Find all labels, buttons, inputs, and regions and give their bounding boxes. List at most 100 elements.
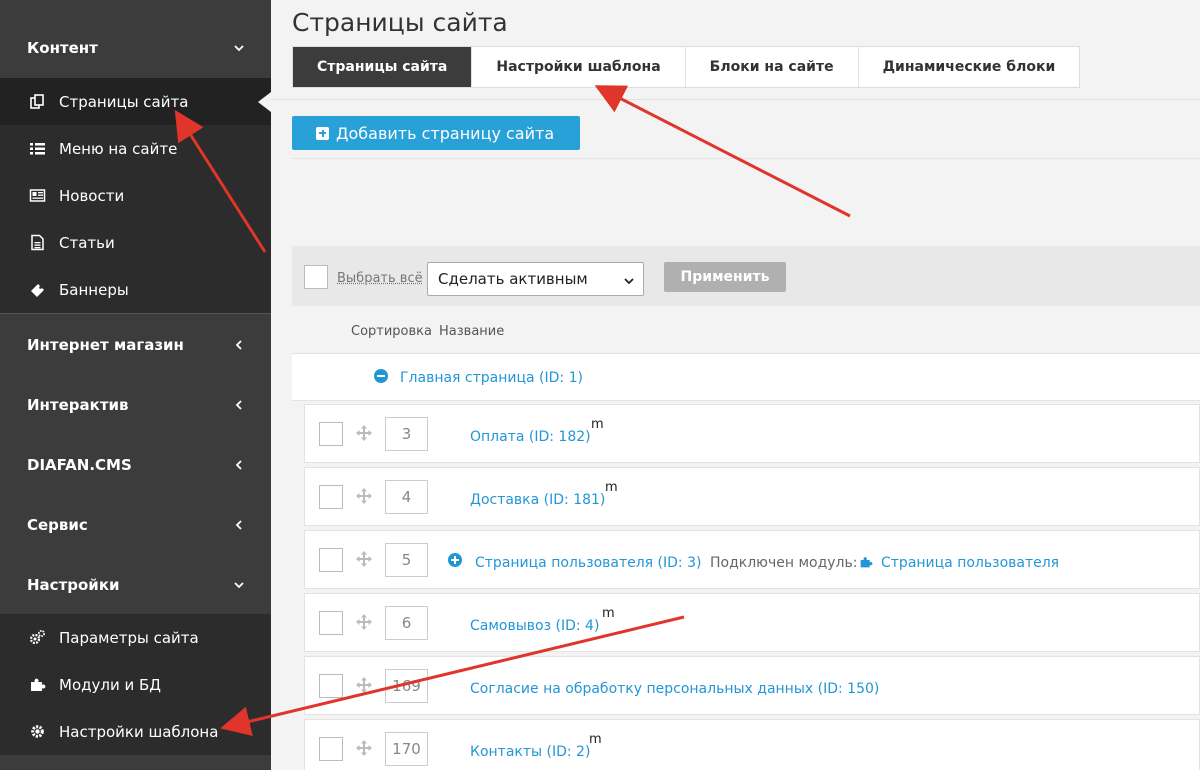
sidebar-section-label: Настройки bbox=[27, 576, 120, 594]
sidebar-item-modules-db[interactable]: Модули и БД bbox=[0, 661, 271, 708]
sidebar: Контент Страницы сайта Меню на сайте Нов… bbox=[0, 0, 271, 770]
sidebar-section-content[interactable]: Контент bbox=[0, 18, 271, 78]
ticket-icon bbox=[27, 280, 47, 300]
sort-input[interactable]: 170 bbox=[385, 732, 428, 766]
active-item-pointer bbox=[258, 92, 271, 112]
sidebar-item-banners[interactable]: Баннеры bbox=[0, 266, 271, 313]
page-link[interactable]: Страница пользователя (ID: 3) bbox=[475, 555, 701, 571]
sidebar-section-settings[interactable]: Настройки bbox=[0, 555, 271, 615]
sidebar-section-label: Интернет магазин bbox=[27, 336, 184, 354]
chevron-left-icon bbox=[233, 339, 245, 351]
page-link[interactable]: Оплата (ID: 182) bbox=[470, 429, 591, 445]
sidebar-section-interactive[interactable]: Интерактив bbox=[0, 375, 271, 435]
expand-icon[interactable] bbox=[448, 553, 462, 567]
sidebar-item-label: Баннеры bbox=[59, 280, 129, 299]
pages-icon bbox=[27, 92, 47, 112]
page-link[interactable]: Самовывоз (ID: 4) bbox=[470, 618, 599, 634]
menu-flag: m bbox=[605, 480, 618, 495]
module-link[interactable]: Страница пользователя bbox=[881, 555, 1059, 571]
sidebar-item-pages[interactable]: Страницы сайта bbox=[0, 78, 271, 125]
menu-flag: m bbox=[602, 606, 615, 621]
menu-flag: m bbox=[591, 417, 604, 432]
sidebar-section-label: Контент bbox=[27, 39, 98, 57]
move-icon[interactable] bbox=[355, 676, 373, 694]
sidebar-section-label: DIAFAN.CMS bbox=[27, 456, 132, 474]
sidebar-item-label: Страницы сайта bbox=[59, 92, 189, 111]
chevron-left-icon bbox=[233, 519, 245, 531]
row-checkbox[interactable] bbox=[319, 674, 343, 698]
row-checkbox[interactable] bbox=[319, 485, 343, 509]
page-link[interactable]: Доставка (ID: 181) bbox=[470, 492, 605, 508]
bulk-action-value: Сделать активным bbox=[438, 270, 588, 288]
bulk-actions-toolbar: Выбрать всё Сделать активным Применить bbox=[292, 246, 1200, 306]
sidebar-divider bbox=[0, 313, 271, 314]
tab-bar: Страницы сайта Настройки шаблона Блоки н… bbox=[292, 46, 1081, 88]
page-title: Страницы сайта bbox=[292, 8, 508, 37]
tabs-divider bbox=[271, 99, 1200, 100]
page-link[interactable]: Главная страница (ID: 1) bbox=[400, 370, 583, 386]
move-icon[interactable] bbox=[355, 739, 373, 757]
plus-square-icon bbox=[316, 126, 329, 140]
tab-dynamic-blocks[interactable]: Динамические блоки bbox=[858, 47, 1080, 87]
table-row: 3 Оплата (ID: 182) m bbox=[304, 404, 1200, 463]
sidebar-section-label: Сервис bbox=[27, 516, 88, 534]
chevron-left-icon bbox=[233, 399, 245, 411]
sort-input[interactable]: 5 bbox=[385, 543, 428, 577]
table-row: 4 Доставка (ID: 181) m bbox=[304, 467, 1200, 526]
chevron-left-icon bbox=[233, 459, 245, 471]
sidebar-item-label: Статьи bbox=[59, 233, 115, 252]
list-icon bbox=[27, 139, 47, 159]
add-page-label: Добавить страницу сайта bbox=[336, 123, 555, 143]
gear-icon bbox=[27, 722, 47, 742]
row-checkbox[interactable] bbox=[319, 422, 343, 446]
tab-site-blocks[interactable]: Блоки на сайте bbox=[685, 47, 859, 87]
tab-template-settings[interactable]: Настройки шаблона bbox=[472, 47, 686, 87]
move-icon[interactable] bbox=[355, 487, 373, 505]
sidebar-item-menu[interactable]: Меню на сайте bbox=[0, 125, 271, 172]
sidebar-item-site-params[interactable]: Параметры сайта bbox=[0, 614, 271, 661]
table-row: 5 Страница пользователя (ID: 3) Подключе… bbox=[304, 530, 1200, 589]
tab-site-pages[interactable]: Страницы сайта bbox=[293, 47, 473, 87]
page-link[interactable]: Контакты (ID: 2) bbox=[470, 744, 590, 760]
add-page-button[interactable]: Добавить страницу сайта bbox=[292, 116, 581, 150]
sidebar-item-label: Новости bbox=[59, 186, 125, 205]
chevron-down-icon bbox=[233, 579, 245, 591]
move-icon[interactable] bbox=[355, 550, 373, 568]
select-all-link[interactable]: Выбрать всё bbox=[337, 271, 423, 286]
menu-flag: m bbox=[589, 732, 602, 747]
page-link[interactable]: Согласие на обработку персональных данны… bbox=[470, 681, 879, 697]
table-row: 6 Самовывоз (ID: 4) m bbox=[304, 593, 1200, 652]
row-checkbox[interactable] bbox=[319, 548, 343, 572]
sidebar-section-label: Интерактив bbox=[27, 396, 129, 414]
column-header-name[interactable]: Название bbox=[439, 324, 504, 339]
table-row: 169 Согласие на обработку персональных д… bbox=[304, 656, 1200, 715]
row-checkbox[interactable] bbox=[319, 611, 343, 635]
section-divider bbox=[292, 158, 1200, 159]
row-checkbox[interactable] bbox=[319, 737, 343, 761]
apply-button[interactable]: Применить bbox=[664, 262, 786, 292]
column-header-sort[interactable]: Сортировка bbox=[351, 324, 432, 339]
move-icon[interactable] bbox=[355, 424, 373, 442]
sidebar-item-label: Модули и БД bbox=[59, 675, 161, 694]
bulk-action-select[interactable]: Сделать активным bbox=[427, 262, 644, 296]
chevron-down-icon bbox=[623, 273, 635, 285]
module-label: Подключен модуль: bbox=[710, 555, 858, 571]
sidebar-section-service[interactable]: Сервис bbox=[0, 495, 271, 555]
sidebar-item-label: Параметры сайта bbox=[59, 628, 199, 647]
sort-input[interactable]: 6 bbox=[385, 606, 428, 640]
puzzle-icon bbox=[27, 675, 47, 695]
sidebar-section-diafan[interactable]: DIAFAN.CMS bbox=[0, 435, 271, 495]
cogs-icon bbox=[27, 628, 47, 648]
move-icon[interactable] bbox=[355, 613, 373, 631]
sidebar-item-articles[interactable]: Статьи bbox=[0, 219, 271, 266]
sidebar-section-shop[interactable]: Интернет магазин bbox=[0, 315, 271, 375]
table-row-root: Главная страница (ID: 1) bbox=[292, 353, 1200, 401]
sidebar-item-template-settings[interactable]: Настройки шаблона bbox=[0, 708, 271, 755]
select-all-checkbox[interactable] bbox=[304, 265, 328, 289]
sort-input[interactable]: 3 bbox=[385, 417, 428, 451]
sidebar-item-news[interactable]: Новости bbox=[0, 172, 271, 219]
collapse-icon[interactable] bbox=[374, 369, 388, 383]
sort-input[interactable]: 4 bbox=[385, 480, 428, 514]
sort-input[interactable]: 169 bbox=[385, 669, 428, 703]
chevron-down-icon bbox=[233, 42, 245, 54]
